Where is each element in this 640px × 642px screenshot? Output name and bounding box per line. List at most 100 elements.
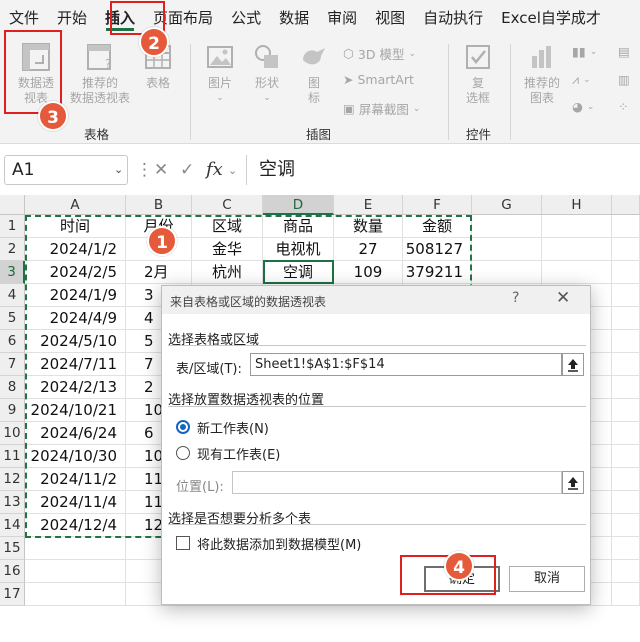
empty-cell[interactable] [612,215,640,238]
tab-home[interactable]: 开始 [48,0,96,36]
table-cell[interactable]: 电视机 [263,238,334,261]
cancel-button[interactable]: 取消 [509,566,585,592]
shapes-button[interactable]: 形状 ⌄ [246,42,288,106]
empty-cell[interactable] [612,399,640,422]
column-header-b[interactable]: B [126,195,192,215]
tab-insert[interactable]: 插入 [96,0,144,36]
name-box[interactable]: A1 [4,155,128,185]
table-cell[interactable]: 2024/11/4 [25,491,126,514]
column-header-g[interactable]: G [472,195,542,215]
row-header[interactable]: 17 [0,583,25,606]
empty-cell[interactable] [25,560,126,583]
column-header-h[interactable]: H [542,195,612,215]
row-header[interactable]: 15 [0,537,25,560]
table-cell[interactable]: 2024/10/30 [25,445,126,468]
empty-cell[interactable] [612,560,640,583]
table-cell[interactable]: 杭州 [192,261,263,284]
insert-function-icon[interactable]: fx [206,159,223,180]
empty-cell[interactable] [612,468,640,491]
table-cell[interactable]: 金华 [192,238,263,261]
tab-review[interactable]: 审阅 [318,0,366,36]
scatter-chart-button[interactable]: ⁘ [618,99,628,114]
line-chart-button[interactable]: ⩘ ⌄ [572,72,591,88]
header-cell[interactable]: 数量 [334,215,403,238]
row-header[interactable]: 16 [0,560,25,583]
empty-cell[interactable] [612,238,640,261]
chevron-down-icon[interactable]: ⌄ [114,163,123,176]
row-header[interactable]: 13 [0,491,25,514]
empty-cell[interactable] [542,215,612,238]
column-header-f[interactable]: F [403,195,472,215]
empty-cell[interactable] [25,537,126,560]
3d-models-button[interactable]: ⬡ 3D 模型 ⌄ [343,44,416,63]
empty-cell[interactable] [612,330,640,353]
table-cell[interactable]: 379211 [403,261,472,284]
row-header[interactable]: 8 [0,376,25,399]
table-cell[interactable]: 2024/5/10 [25,330,126,353]
existing-worksheet-label[interactable]: 现有工作表(E) [197,444,280,463]
table-cell[interactable]: 2024/10/21 [25,399,126,422]
row-header[interactable]: 3 [0,261,25,284]
empty-cell[interactable] [542,261,612,284]
empty-cell[interactable] [612,261,640,284]
column-header-a[interactable]: A [25,195,126,215]
row-header[interactable]: 6 [0,330,25,353]
empty-cell[interactable] [612,583,640,606]
enter-icon[interactable]: ✓ [180,160,194,180]
pie-chart-button[interactable]: ◕ ⌄ [572,99,594,114]
new-worksheet-radio[interactable] [176,420,190,434]
table-cell[interactable]: 2024/7/11 [25,353,126,376]
more-charts-button-2[interactable]: ▥ [618,72,630,87]
row-header[interactable]: 9 [0,399,25,422]
select-all-corner[interactable] [0,195,25,215]
header-cell[interactable]: 金额 [403,215,472,238]
help-icon[interactable]: ? [512,290,519,306]
table-cell[interactable]: 27 [334,238,403,261]
row-header[interactable]: 4 [0,284,25,307]
column-header-c[interactable]: C [192,195,263,215]
table-cell[interactable]: 2024/2/5 [25,261,126,284]
location-input[interactable] [232,471,562,494]
add-to-data-model-checkbox[interactable] [176,536,190,550]
empty-cell[interactable] [612,284,640,307]
table-cell[interactable]: 2024/2/13 [25,376,126,399]
close-icon[interactable]: ✕ [556,288,570,308]
pictures-button[interactable]: 图片 ⌄ [200,42,240,106]
header-cell[interactable]: 时间 [25,215,126,238]
empty-cell[interactable] [612,514,640,537]
table-cell[interactable]: 空调 [263,261,334,284]
table-cell[interactable]: 508127 [403,238,472,261]
empty-cell[interactable] [472,238,542,261]
row-header[interactable]: 2 [0,238,25,261]
new-worksheet-label[interactable]: 新工作表(N) [197,418,269,437]
empty-cell[interactable] [612,353,640,376]
chevron-down-icon[interactable]: ⌄ [228,164,237,177]
empty-cell[interactable] [612,307,640,330]
cancel-icon[interactable]: ✕ [154,160,168,180]
table-cell[interactable]: 2024/11/2 [25,468,126,491]
recommended-charts-button[interactable]: 推荐的 图表 [518,42,566,106]
pivot-table-button[interactable]: 数据透 视表 [12,42,60,106]
row-header[interactable]: 7 [0,353,25,376]
row-header[interactable]: 12 [0,468,25,491]
table-cell[interactable]: 2024/1/9 [25,284,126,307]
empty-cell[interactable] [472,261,542,284]
header-cell[interactable]: 区域 [192,215,263,238]
tab-formulas[interactable]: 公式 [222,0,270,36]
smartart-button[interactable]: ➤ SmartArt [343,72,414,87]
tab-automate[interactable]: 自动执行 [414,0,492,36]
tab-data[interactable]: 数据 [270,0,318,36]
empty-cell[interactable] [612,491,640,514]
table-cell[interactable]: 109 [334,261,403,284]
checkbox-control-button[interactable]: 复 选框 [458,42,498,106]
header-cell[interactable]: 商品 [263,215,334,238]
column-header-i[interactable] [612,195,640,215]
location-picker-button[interactable] [562,471,584,494]
icons-button[interactable]: 图 标 [296,42,332,106]
row-header[interactable]: 1 [0,215,25,238]
column-header-e[interactable]: E [334,195,403,215]
tab-view[interactable]: 视图 [366,0,414,36]
formula-input[interactable]: 空调 [246,155,640,185]
more-charts-button[interactable]: ▤ [618,44,630,59]
table-cell[interactable]: 2月 [126,261,192,284]
